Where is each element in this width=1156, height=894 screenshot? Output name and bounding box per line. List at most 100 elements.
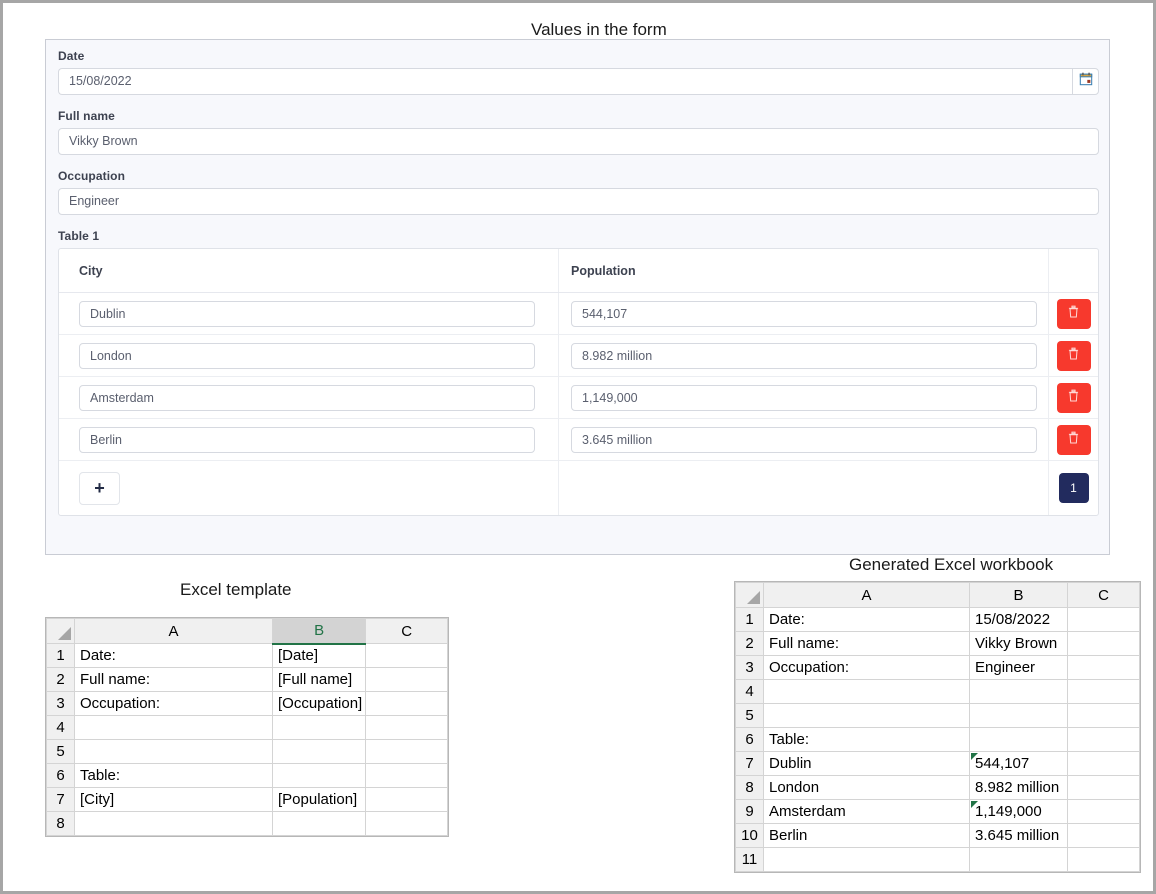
cell-b[interactable]: Vikky Brown (969, 631, 1068, 656)
row-header[interactable]: 4 (46, 715, 75, 740)
cell-c[interactable] (1067, 799, 1140, 824)
delete-row-button[interactable] (1056, 382, 1091, 413)
cell-a[interactable] (763, 847, 970, 872)
cell-c[interactable] (365, 643, 449, 668)
cell-b[interactable]: 15/08/2022 (969, 607, 1068, 632)
city-input[interactable]: London (79, 342, 535, 369)
cell-a[interactable]: Table: (763, 727, 970, 752)
column-header-b[interactable]: B (969, 582, 1068, 608)
cell-a[interactable]: [City] (74, 787, 273, 812)
row-header[interactable]: 1 (46, 643, 75, 668)
delete-row-button[interactable] (1056, 298, 1091, 329)
column-header-b[interactable]: B (271, 618, 367, 645)
select-all-corner[interactable] (46, 618, 75, 644)
cell-c[interactable] (1067, 655, 1140, 680)
row-header[interactable]: 6 (735, 727, 764, 752)
cell-b[interactable]: [Occupation] (271, 691, 367, 716)
cell-a[interactable]: Table: (74, 763, 273, 788)
cell-b[interactable]: 544,107 (969, 751, 1068, 776)
row-header[interactable]: 5 (735, 703, 764, 728)
cell-c[interactable] (1067, 679, 1140, 704)
cell-b[interactable] (969, 703, 1068, 728)
row-header[interactable]: 6 (46, 763, 75, 788)
column-header-c[interactable]: C (1067, 582, 1140, 608)
cell-b[interactable] (271, 739, 367, 764)
column-header-c[interactable]: C (365, 618, 449, 644)
cell-c[interactable] (365, 811, 449, 836)
cell-a[interactable]: Dublin (763, 751, 970, 776)
cell-a[interactable] (74, 739, 273, 764)
row-header[interactable]: 11 (735, 847, 764, 872)
row-header[interactable]: 7 (735, 751, 764, 776)
cell-a[interactable]: London (763, 775, 970, 800)
cell-c[interactable] (365, 763, 449, 788)
cell-a[interactable] (74, 715, 273, 740)
cell-b[interactable] (969, 727, 1068, 752)
cell-a[interactable]: Full name: (763, 631, 970, 656)
cell-b[interactable] (969, 679, 1068, 704)
cell-b[interactable]: 8.982 million (969, 775, 1068, 800)
date-input[interactable]: 15/08/2022 (58, 68, 1072, 95)
row-header[interactable]: 7 (46, 787, 75, 812)
full-name-input[interactable]: Vikky Brown (58, 128, 1099, 155)
cell-a[interactable] (763, 679, 970, 704)
occupation-input[interactable]: Engineer (58, 188, 1099, 215)
cell-c[interactable] (1067, 775, 1140, 800)
cell-b[interactable]: 3.645 million (969, 823, 1068, 848)
cell-a[interactable]: Full name: (74, 667, 273, 692)
cell-a[interactable]: Berlin (763, 823, 970, 848)
delete-row-button[interactable] (1056, 340, 1091, 371)
cell-b[interactable] (969, 847, 1068, 872)
cell-b[interactable]: 1,149,000 (969, 799, 1068, 824)
cell-a[interactable]: Date: (74, 643, 273, 668)
row-header[interactable]: 4 (735, 679, 764, 704)
cell-c[interactable] (1067, 751, 1140, 776)
population-input[interactable]: 544,107 (571, 300, 1037, 327)
cell-b[interactable]: Engineer (969, 655, 1068, 680)
row-header[interactable]: 3 (46, 691, 75, 716)
cell-a[interactable] (74, 811, 273, 836)
cell-c[interactable] (1067, 847, 1140, 872)
cell-b[interactable]: [Full name] (271, 667, 367, 692)
cell-b[interactable] (271, 715, 367, 740)
cell-c[interactable] (1067, 631, 1140, 656)
cell-c[interactable] (365, 667, 449, 692)
cell-c[interactable] (1067, 607, 1140, 632)
population-input[interactable]: 3.645 million (571, 426, 1037, 453)
cell-a[interactable]: Occupation: (763, 655, 970, 680)
row-header[interactable]: 2 (735, 631, 764, 656)
population-input[interactable]: 1,149,000 (571, 384, 1037, 411)
city-input[interactable]: Amsterdam (79, 384, 535, 411)
cell-c[interactable] (1067, 727, 1140, 752)
row-header[interactable]: 5 (46, 739, 75, 764)
cell-c[interactable] (365, 691, 449, 716)
cell-c[interactable] (365, 739, 449, 764)
add-row-button[interactable]: + (79, 471, 120, 505)
cell-c[interactable] (1067, 703, 1140, 728)
cell-c[interactable] (365, 787, 449, 812)
calendar-icon-button[interactable] (1072, 68, 1099, 95)
select-all-corner[interactable] (735, 582, 764, 608)
cell-b[interactable]: [Date] (271, 643, 367, 668)
row-header[interactable]: 8 (735, 775, 764, 800)
cell-b[interactable] (271, 763, 367, 788)
cell-b[interactable] (271, 811, 367, 836)
population-input[interactable]: 8.982 million (571, 342, 1037, 369)
row-header[interactable]: 1 (735, 607, 764, 632)
pagination-page-1-button[interactable]: 1 (1058, 473, 1089, 503)
cell-a[interactable]: Date: (763, 607, 970, 632)
cell-a[interactable]: Occupation: (74, 691, 273, 716)
row-header[interactable]: 8 (46, 811, 75, 836)
column-header-a[interactable]: A (763, 582, 970, 608)
city-input[interactable]: Dublin (79, 300, 535, 327)
column-header-a[interactable]: A (74, 618, 273, 644)
city-input[interactable]: Berlin (79, 426, 535, 453)
delete-row-button[interactable] (1056, 424, 1091, 455)
cell-c[interactable] (365, 715, 449, 740)
row-header[interactable]: 3 (735, 655, 764, 680)
cell-b[interactable]: [Population] (271, 787, 367, 812)
cell-a[interactable]: Amsterdam (763, 799, 970, 824)
row-header[interactable]: 10 (735, 823, 764, 848)
cell-c[interactable] (1067, 823, 1140, 848)
cell-a[interactable] (763, 703, 970, 728)
